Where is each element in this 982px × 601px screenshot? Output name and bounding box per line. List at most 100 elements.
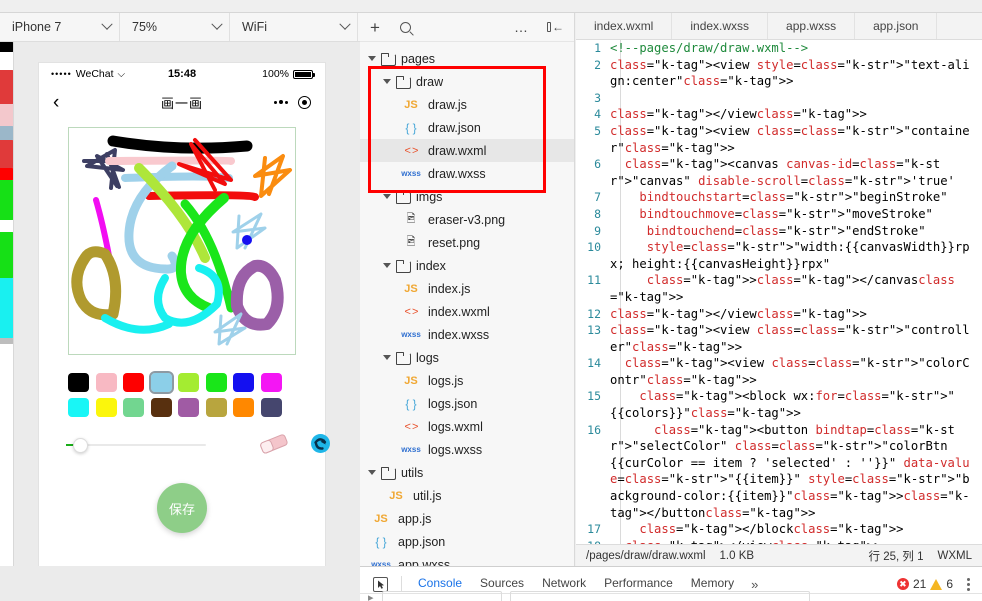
tree-item-label: app.js (398, 511, 432, 526)
console-context-chevron-icon[interactable]: ▸ (368, 591, 374, 601)
search-icon[interactable] (399, 21, 411, 33)
tree-item-draw-wxss[interactable]: wxss draw.wxss (360, 162, 574, 185)
tree-item-reset-png[interactable]: 🖻 reset.png (360, 231, 574, 254)
line-content[interactable]: class="k-tag"></viewclass="k-tag">> (610, 106, 982, 123)
more-dots-icon[interactable] (274, 100, 288, 104)
line-content[interactable]: bindtouchend=class="k-str">"endStroke" (610, 223, 982, 240)
line-content[interactable]: class="k-tag"></viewclass="k-tag">> (610, 306, 982, 323)
save-button[interactable]: 保存 (157, 483, 207, 533)
color-swatch[interactable] (123, 373, 144, 392)
editor-tab-app-wxss[interactable]: app.wxss (768, 13, 856, 39)
tree-item-index-wxss[interactable]: wxss index.wxss (360, 323, 574, 346)
brush-size-slider[interactable] (66, 436, 206, 454)
caret-down-icon[interactable] (383, 194, 391, 199)
file-tree-list[interactable]: pages draw JS draw.js { } draw.json < > draw.wx… (360, 43, 574, 566)
tree-item-draw-js[interactable]: JS draw.js (360, 93, 574, 116)
target-dot-icon[interactable] (298, 95, 311, 109)
color-swatch[interactable] (233, 373, 254, 392)
color-swatch[interactable] (95, 373, 117, 392)
tree-item-logs-wxml[interactable]: < > logs.wxml (360, 415, 574, 438)
tree-item-label: index (416, 258, 446, 273)
add-file-button[interactable]: + (370, 19, 380, 36)
line-content[interactable]: class="k-tag"></viewclass="k-tag">> (610, 538, 982, 544)
tree-item-eraser-v3-png[interactable]: 🖻 eraser-v3.png (360, 208, 574, 231)
caret-down-icon[interactable] (383, 263, 391, 268)
network-select[interactable]: WiFi (230, 13, 358, 41)
folder-icon (396, 191, 411, 204)
zoom-select[interactable]: 75% (120, 13, 230, 41)
reset-icon[interactable] (310, 433, 331, 457)
color-swatch[interactable] (233, 398, 254, 417)
line-number: 12 (587, 306, 601, 321)
tree-item-index[interactable]: index (360, 254, 574, 277)
color-swatch[interactable] (123, 398, 144, 417)
eraser-icon[interactable] (258, 433, 292, 457)
line-content[interactable]: class="k-tag"><view class=class="k-str">… (610, 322, 982, 355)
line-content[interactable]: class="k-tag"><view class=class="k-str">… (610, 123, 982, 156)
color-swatch[interactable] (178, 398, 199, 417)
devtools-menu-icon[interactable] (963, 577, 974, 591)
line-content[interactable]: class="k-tag"><button bindtap=class="k-s… (610, 422, 982, 522)
tree-item-draw-wxml[interactable]: < > draw.wxml (360, 139, 574, 162)
line-content[interactable] (610, 90, 982, 107)
tree-item-utils[interactable]: utils (360, 461, 574, 484)
color-swatch[interactable] (205, 398, 227, 417)
tree-item-logs-json[interactable]: { } logs.json (360, 392, 574, 415)
editor-tab-index-wxss[interactable]: index.wxss (672, 13, 769, 39)
color-swatch[interactable] (68, 373, 89, 392)
caret-down-icon[interactable] (368, 56, 376, 61)
console-search-input[interactable] (509, 591, 810, 601)
color-swatch[interactable] (148, 371, 174, 394)
color-swatch[interactable] (178, 373, 199, 392)
tree-item-logs[interactable]: logs (360, 346, 574, 369)
drawing-canvas[interactable] (68, 127, 296, 355)
line-content[interactable]: bindtouchstart=class="k-str">"beginStrok… (610, 189, 982, 206)
color-swatch[interactable] (68, 398, 89, 417)
color-swatch[interactable] (150, 398, 172, 417)
line-content[interactable]: class="k-tag"><block wx:for=class="k-str… (610, 388, 982, 421)
line-content[interactable]: class="k-tag"></blockclass="k-tag">> (610, 521, 982, 538)
line-content[interactable]: bindtouchmove=class="k-str">"moveStroke" (610, 206, 982, 223)
tree-item-logs-js[interactable]: JS logs.js (360, 369, 574, 392)
code-line: 18 class="k-tag"></viewclass="k-tag">> (576, 538, 982, 544)
color-swatch[interactable] (260, 373, 282, 392)
devtools-issue-counts[interactable]: ✖ 21 6 (896, 577, 953, 591)
more-options-icon[interactable]: … (514, 20, 529, 34)
code-area[interactable]: 1 <!--pages/draw/draw.wxml--> 2 class="k-ta… (576, 40, 982, 544)
tree-item-index-js[interactable]: JS index.js (360, 277, 574, 300)
console-filter-input[interactable] (381, 591, 502, 601)
tree-item-draw[interactable]: draw (360, 70, 574, 93)
tree-item-draw-json[interactable]: { } draw.json (360, 116, 574, 139)
line-content[interactable]: class="k-tag"><view class=class="k-str">… (610, 355, 982, 388)
caret-down-icon[interactable] (368, 470, 376, 475)
device-select[interactable]: iPhone 7 (0, 13, 120, 41)
tree-item-logs-wxss[interactable]: wxss logs.wxss (360, 438, 574, 461)
caret-down-icon[interactable] (383, 79, 391, 84)
color-swatch[interactable] (95, 398, 117, 417)
line-content[interactable]: class="k-tag"><canvas canvas-id=class="k… (610, 156, 982, 189)
line-content[interactable]: style=class="k-str">"width:{{canvasWidth… (610, 239, 982, 272)
back-button[interactable]: ‹ (53, 93, 59, 112)
color-swatch[interactable] (260, 398, 282, 417)
line-number: 15 (587, 389, 601, 404)
editor-tab-index-wxml[interactable]: index.wxml (576, 13, 673, 39)
line-content[interactable]: class="k-tag"><view style=class="k-str">… (610, 57, 982, 90)
editor-tab-app-json[interactable]: app.json (855, 13, 938, 39)
tree-item-pages[interactable]: pages (360, 47, 574, 70)
line-content[interactable]: <!--pages/draw/draw.wxml--> (610, 40, 982, 57)
tree-item-label: utils (401, 465, 424, 480)
tree-item-app-json[interactable]: { } app.json (360, 530, 574, 553)
tree-item-imgs[interactable]: imgs (360, 185, 574, 208)
caret-down-icon[interactable] (383, 355, 391, 360)
color-swatch[interactable] (205, 373, 227, 392)
slider-knob[interactable] (73, 438, 88, 453)
tree-item-util-js[interactable]: JS util.js (360, 484, 574, 507)
editor-tab-bar[interactable]: index.wxml index.wxss app.wxss app.json (576, 13, 982, 40)
tree-item-app-js[interactable]: JS app.js (360, 507, 574, 530)
devtools-overflow-icon[interactable]: » (743, 577, 766, 592)
error-icon: ✖ (896, 578, 909, 590)
line-content[interactable]: class="k-tag">>class="k-tag"></canvascla… (610, 272, 982, 305)
tree-item-app-wxss[interactable]: wxss app.wxss (360, 553, 574, 567)
tree-item-index-wxml[interactable]: < > index.wxml (360, 300, 574, 323)
collapse-panel-icon[interactable]: ← (547, 20, 564, 34)
